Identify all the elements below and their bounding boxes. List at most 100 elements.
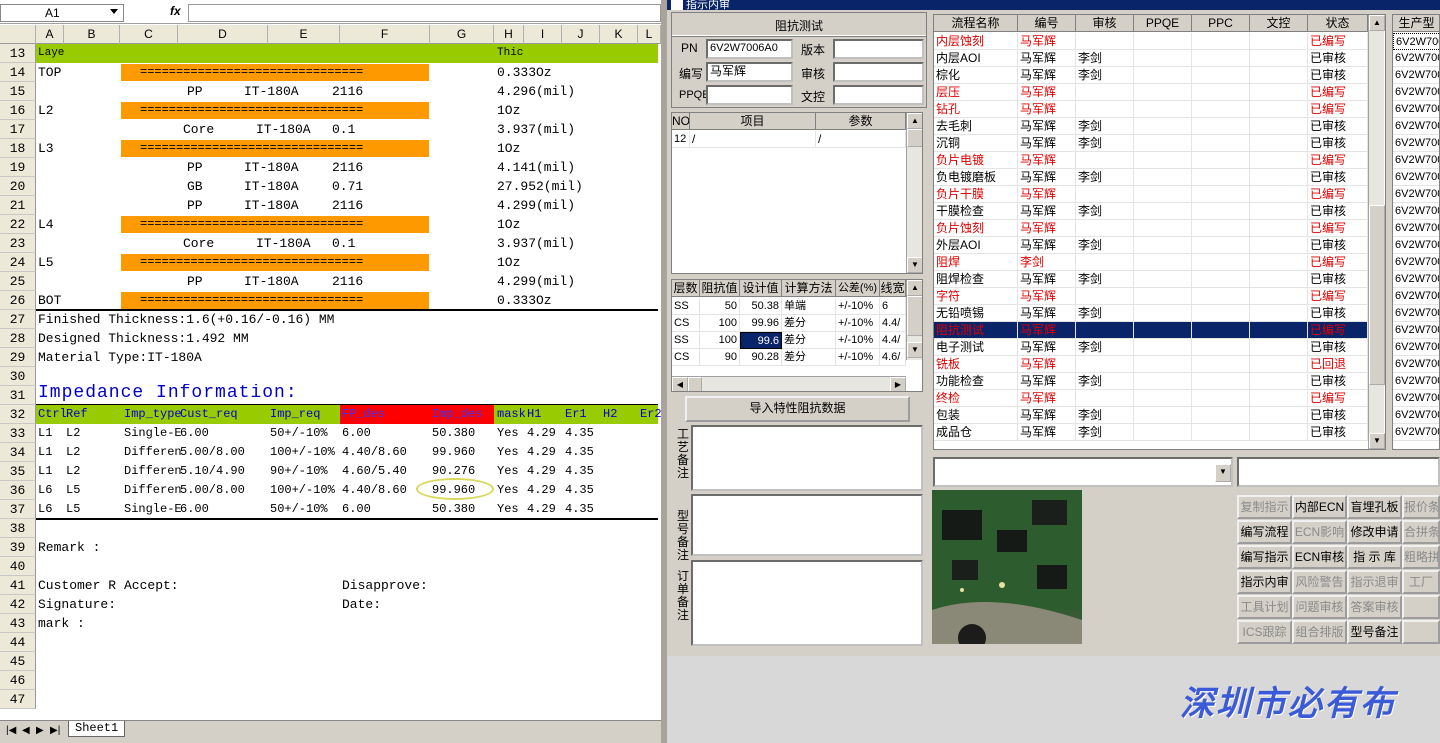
flow-cell-name[interactable]: 棕化 [934, 67, 1018, 84]
cell-r16-h[interactable]: 1Oz [497, 101, 520, 120]
cell-r13-h[interactable]: Thic [497, 44, 523, 63]
cell-r35-a[interactable]: L1 [38, 462, 52, 481]
flow-col-header[interactable]: 审核 [1076, 15, 1134, 32]
cell-r34-b[interactable]: L2 [66, 443, 80, 462]
flow-col-header[interactable]: PPQE [1134, 15, 1192, 32]
cell-r23-d[interactable]: Core [183, 234, 214, 253]
cell-r32-j[interactable]: Er1 [565, 405, 587, 424]
flow-cell-reviewer[interactable] [1076, 84, 1134, 101]
formula-input[interactable] [188, 4, 661, 22]
flow-cell-name[interactable]: 负片电镀 [934, 152, 1018, 169]
cell-r28-a[interactable]: Designed Thickness:1.492 MM [38, 329, 249, 348]
imp-cell[interactable]: 50 [700, 298, 740, 315]
imp-col-layer[interactable]: 层数 [672, 280, 700, 297]
col-header-b[interactable]: B [64, 25, 120, 44]
production-item[interactable]: 6V2W7006 [1393, 322, 1439, 339]
action-button-14[interactable]: 指示退审 [1347, 570, 1402, 594]
cell-r32-c[interactable]: Imp_type [124, 405, 182, 424]
flow-cell-name[interactable]: 终检 [934, 390, 1018, 407]
row-header[interactable]: 23 [0, 234, 36, 253]
imp-cell[interactable]: 100 [700, 332, 740, 349]
cell-r20-f[interactable]: 0.71 [332, 177, 363, 196]
cell-r33-f[interactable]: 6.00 [342, 424, 371, 443]
production-item[interactable]: 6V2W7006 [1393, 288, 1439, 305]
version-field[interactable] [833, 39, 924, 59]
imp-cell[interactable]: 4.4/ [880, 315, 906, 332]
flow-cell-status[interactable]: 已审核 [1308, 339, 1368, 356]
items-col-no[interactable]: NO [672, 113, 690, 130]
row-header[interactable]: 14 [0, 63, 36, 82]
flow-cell-status[interactable]: 已编写 [1308, 322, 1368, 339]
cell-r17-h[interactable]: 3.937(mil) [497, 120, 575, 139]
scroll-down-icon[interactable]: ▼ [907, 257, 922, 273]
flow-cell-author[interactable]: 马军辉 [1018, 50, 1076, 67]
cell-r32-a[interactable]: Ctrl [38, 405, 67, 424]
filter-combo-2[interactable] [1237, 457, 1440, 487]
cell-r24-bar[interactable]: =============================== [140, 253, 363, 272]
cell-r33-b[interactable]: L2 [66, 424, 80, 443]
flow-cell-name[interactable]: 电子测试 [934, 339, 1018, 356]
cell-r23-f[interactable]: 0.1 [332, 234, 355, 253]
flow-cell-name[interactable]: 成品仓 [934, 424, 1018, 441]
action-button-16[interactable]: 工具计划 [1237, 595, 1292, 619]
production-item[interactable]: 6V2W7006 [1393, 356, 1439, 373]
cell-r33-c[interactable]: Single-E [124, 424, 182, 443]
flow-cell-status[interactable]: 已编写 [1308, 84, 1368, 101]
scroll-up-icon[interactable]: ▲ [907, 113, 922, 129]
cell-r36-b[interactable]: L5 [66, 481, 80, 500]
cell-r27-a[interactable]: Finished Thickness:1.6(+0.16/-0.16) MM [38, 310, 334, 329]
cell-r33-a[interactable]: L1 [38, 424, 52, 443]
cell-r34-g[interactable]: 99.960 [432, 443, 475, 462]
cell-r36-a[interactable]: L6 [38, 481, 52, 500]
flow-cell-author[interactable]: 马军辉 [1018, 101, 1076, 118]
ppqe-field[interactable] [706, 85, 793, 105]
action-button-22[interactable]: 型号备注 [1347, 620, 1402, 644]
cell-r36-h[interactable]: Yes [497, 481, 519, 500]
action-button-6[interactable]: 修改申请 [1347, 520, 1402, 544]
flow-cell-name[interactable]: 层压 [934, 84, 1018, 101]
action-button-23[interactable] [1402, 620, 1440, 644]
row-header[interactable]: 18 [0, 139, 36, 158]
cell-r35-b[interactable]: L2 [66, 462, 80, 481]
flow-cell-author[interactable]: 马军辉 [1018, 67, 1076, 84]
production-item[interactable]: 6V2W7006 [1393, 424, 1439, 441]
cell-r19-f[interactable]: 2116 [332, 158, 363, 177]
items-col-item[interactable]: 项目 [690, 113, 816, 130]
cell-r34-h[interactable]: Yes [497, 443, 519, 462]
cell-r36-f[interactable]: 4.40/8.60 [342, 481, 407, 500]
impedance-grid[interactable]: 层数 阻抗值 设计值 计算方法 公差(%) 线宽 SS 50 50.38 单端 +/-1… [671, 279, 923, 392]
cell-r21-d[interactable]: PP [187, 196, 203, 215]
scroll-down-icon[interactable]: ▼ [1369, 433, 1385, 449]
cell-r15-d[interactable]: PP [187, 82, 203, 101]
flow-cell-reviewer[interactable]: 李剑 [1076, 135, 1134, 152]
flow-cell-author[interactable]: 马军辉 [1018, 118, 1076, 135]
cell-r34-j[interactable]: 4.35 [565, 443, 594, 462]
flow-cell-name[interactable]: 字符 [934, 288, 1018, 305]
flow-cell-name[interactable]: 负片干膜 [934, 186, 1018, 203]
cell-r26-h[interactable]: 0.333Oz [497, 291, 552, 310]
cell-r18-bar[interactable]: =============================== [140, 139, 363, 158]
cell-r25-d[interactable]: PP [187, 272, 203, 291]
cell-r35-j[interactable]: 4.35 [565, 462, 594, 481]
flow-cell-reviewer[interactable] [1076, 288, 1134, 305]
flow-col-header[interactable]: 状态 [1308, 15, 1368, 32]
flow-cell-status[interactable]: 已回退 [1308, 356, 1368, 373]
production-item[interactable]: 6V2W7006 [1393, 373, 1439, 390]
flow-cell-author[interactable]: 马军辉 [1018, 390, 1076, 407]
flow-col-header[interactable]: 流程名称 [934, 15, 1018, 32]
cell-r41-c[interactable]: Accept: [124, 576, 179, 595]
flow-cell-name[interactable]: 功能检查 [934, 373, 1018, 390]
action-button-10[interactable]: 指 示 库 [1347, 545, 1402, 569]
flow-cell-reviewer[interactable] [1076, 356, 1134, 373]
cell-r23-e[interactable]: IT-180A [256, 234, 311, 253]
imp-cell[interactable]: 50.38 [740, 298, 782, 315]
flow-cell-author[interactable]: 马军辉 [1018, 288, 1076, 305]
cell-r32-g[interactable]: Imp_des [432, 405, 482, 424]
cell-r41-a[interactable]: Customer R [38, 576, 116, 595]
flow-cell-reviewer[interactable]: 李剑 [1076, 305, 1134, 322]
imp-col-width[interactable]: 线宽 [880, 280, 906, 297]
col-header-f[interactable]: F [340, 25, 430, 44]
cell-r41-f[interactable]: Disapprove: [342, 576, 428, 595]
action-button-13[interactable]: 风险警告 [1292, 570, 1347, 594]
cell-r37-a[interactable]: L6 [38, 500, 52, 519]
